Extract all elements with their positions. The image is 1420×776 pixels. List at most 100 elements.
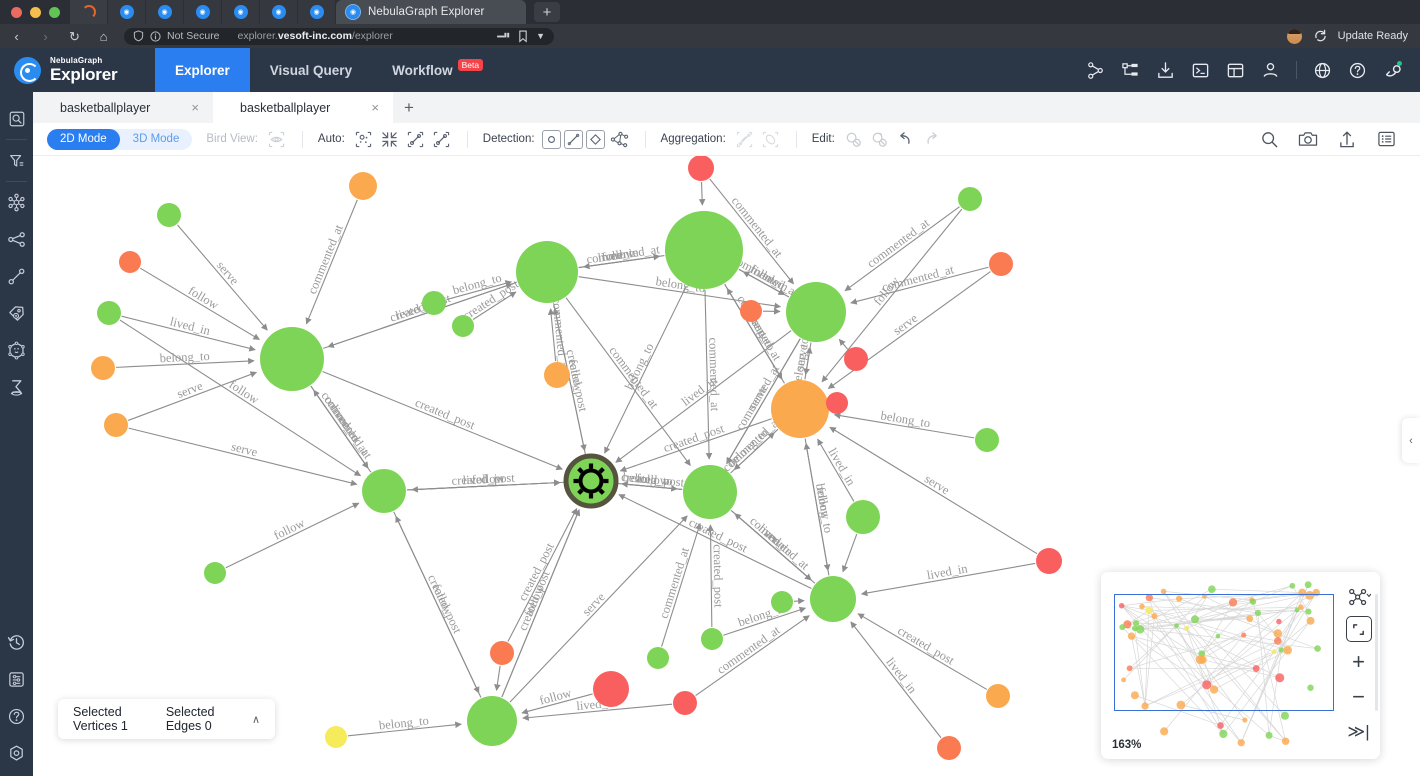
graph-vertex[interactable]: [647, 647, 669, 669]
graph-edge[interactable]: [838, 338, 848, 350]
minimap-panel[interactable]: 163% + − ≫|: [1101, 572, 1380, 759]
minimize-window-button[interactable]: [30, 7, 41, 18]
graph-edge[interactable]: [841, 533, 858, 573]
graph-vertex[interactable]: [810, 576, 856, 622]
mode-3d-button[interactable]: 3D Mode: [120, 129, 193, 150]
right-panel-toggle[interactable]: ‹: [1402, 418, 1420, 463]
language-icon[interactable]: [1305, 48, 1340, 92]
vertex-layer[interactable]: [91, 156, 1062, 760]
graph-schema-icon[interactable]: [1078, 48, 1113, 92]
maximize-window-button[interactable]: [49, 7, 60, 18]
settings-icon[interactable]: [0, 735, 33, 772]
graph-vertex[interactable]: [989, 252, 1013, 276]
add-graph-tab-button[interactable]: +: [393, 92, 425, 123]
camera-icon[interactable]: [1295, 127, 1321, 151]
graph-vertex[interactable]: [362, 469, 406, 513]
dashboard-icon[interactable]: [1218, 48, 1253, 92]
delete-vertex-icon[interactable]: [842, 129, 865, 150]
delete-edge-icon[interactable]: [868, 129, 891, 150]
graph-vertex[interactable]: [665, 211, 743, 289]
filter-icon[interactable]: [0, 142, 33, 179]
url-bar[interactable]: Not Secure explorer.vesoft-inc.com/explo…: [124, 27, 554, 45]
auto-layout-icon[interactable]: [352, 129, 375, 150]
graph-tab-1[interactable]: basketballplayer ×: [213, 92, 393, 123]
chevron-up-icon[interactable]: ∧: [252, 713, 260, 726]
import-icon[interactable]: [1148, 48, 1183, 92]
graph-vertex[interactable]: [490, 641, 514, 665]
mode-2d-button[interactable]: 2D Mode: [47, 128, 120, 150]
close-icon[interactable]: ×: [371, 100, 379, 115]
graph-edge[interactable]: [177, 224, 268, 331]
pinned-tab-2[interactable]: ◉: [146, 0, 184, 24]
zoom-in-icon[interactable]: +: [1342, 646, 1375, 677]
graph-vertex[interactable]: [986, 684, 1010, 708]
nav-workflow[interactable]: Workflow Beta: [372, 48, 503, 92]
brand-logo-block[interactable]: NebulaGraph Explorer: [0, 56, 155, 84]
bird-view-icon[interactable]: [265, 129, 288, 150]
graph-vertex[interactable]: [958, 187, 982, 211]
graph-vertex[interactable]: [826, 392, 848, 414]
graph-vertex[interactable]: [786, 282, 846, 342]
graph-vertex[interactable]: [349, 172, 377, 200]
node-properties-icon[interactable]: [0, 332, 33, 369]
edge-detect-icon[interactable]: [563, 129, 583, 149]
zoom-out-icon[interactable]: −: [1342, 681, 1375, 712]
graph-vertex[interactable]: [544, 362, 570, 388]
graph-vertex[interactable]: [740, 300, 762, 322]
help-circle-icon[interactable]: [0, 698, 33, 735]
browser-active-tab[interactable]: ◉ NebulaGraph Explorer: [336, 0, 526, 24]
aggregate-node-icon[interactable]: [759, 129, 782, 150]
hierarchy-icon[interactable]: [1113, 48, 1148, 92]
statistics-icon[interactable]: [0, 369, 33, 406]
graph-vertex[interactable]: [683, 465, 737, 519]
nav-explorer[interactable]: Explorer: [155, 48, 250, 92]
graph-vertex[interactable]: [593, 671, 629, 707]
graph-vertex[interactable]: [937, 736, 961, 760]
graph-vertex[interactable]: [673, 691, 697, 715]
minimap-viewport-rect[interactable]: [1114, 594, 1334, 711]
search-vertex-icon[interactable]: [0, 100, 33, 137]
pinned-tab-4[interactable]: ◉: [222, 0, 260, 24]
graph-vertex[interactable]: [91, 356, 115, 380]
graph-vertex[interactable]: [325, 726, 347, 748]
graph-vertex[interactable]: [1036, 548, 1062, 574]
forward-button[interactable]: ›: [37, 30, 54, 43]
graph-vertex[interactable]: [260, 327, 324, 391]
graph-vertex[interactable]: [771, 591, 793, 613]
vertex-detect-icon[interactable]: [541, 129, 561, 149]
graph-vertex[interactable]: [688, 156, 714, 181]
profile-avatar[interactable]: [1286, 28, 1302, 44]
redo-icon[interactable]: [920, 129, 943, 150]
reset-view-icon[interactable]: [1345, 616, 1372, 642]
graph-vertex[interactable]: [516, 241, 578, 303]
graph-edge[interactable]: [501, 509, 580, 698]
tasks-icon[interactable]: [0, 661, 33, 698]
collapse-icon[interactable]: [378, 129, 401, 150]
close-icon[interactable]: ×: [191, 100, 199, 115]
graph-vertex[interactable]: [119, 251, 141, 273]
graph-vertex[interactable]: [422, 291, 446, 315]
cluster-detect-icon[interactable]: [608, 129, 631, 150]
pinned-tab-loading[interactable]: [70, 0, 108, 24]
graph-vertex[interactable]: [97, 301, 121, 325]
graph-vertex[interactable]: [104, 413, 128, 437]
graph-vertex[interactable]: [771, 380, 829, 438]
users-icon[interactable]: [1253, 48, 1288, 92]
fit-graph-icon[interactable]: [1342, 581, 1375, 612]
help-icon[interactable]: [1340, 48, 1375, 92]
graph-vertex[interactable]: [157, 203, 181, 227]
update-ready-label[interactable]: Update Ready: [1338, 30, 1408, 42]
share-path-icon[interactable]: [0, 221, 33, 258]
export-icon[interactable]: [1334, 127, 1360, 151]
diamond-detect-icon[interactable]: [585, 129, 605, 149]
pinned-tab-6[interactable]: ◉: [298, 0, 336, 24]
connection-icon[interactable]: [1375, 48, 1410, 92]
path-icon[interactable]: [0, 258, 33, 295]
history-icon[interactable]: [0, 624, 33, 661]
graph-edge[interactable]: [698, 181, 706, 206]
graph-vertex[interactable]: [204, 562, 226, 584]
pinned-tab-3[interactable]: ◉: [184, 0, 222, 24]
graph-edge[interactable]: [793, 597, 805, 605]
home-button[interactable]: ⌂: [95, 30, 112, 43]
console-icon[interactable]: [1183, 48, 1218, 92]
